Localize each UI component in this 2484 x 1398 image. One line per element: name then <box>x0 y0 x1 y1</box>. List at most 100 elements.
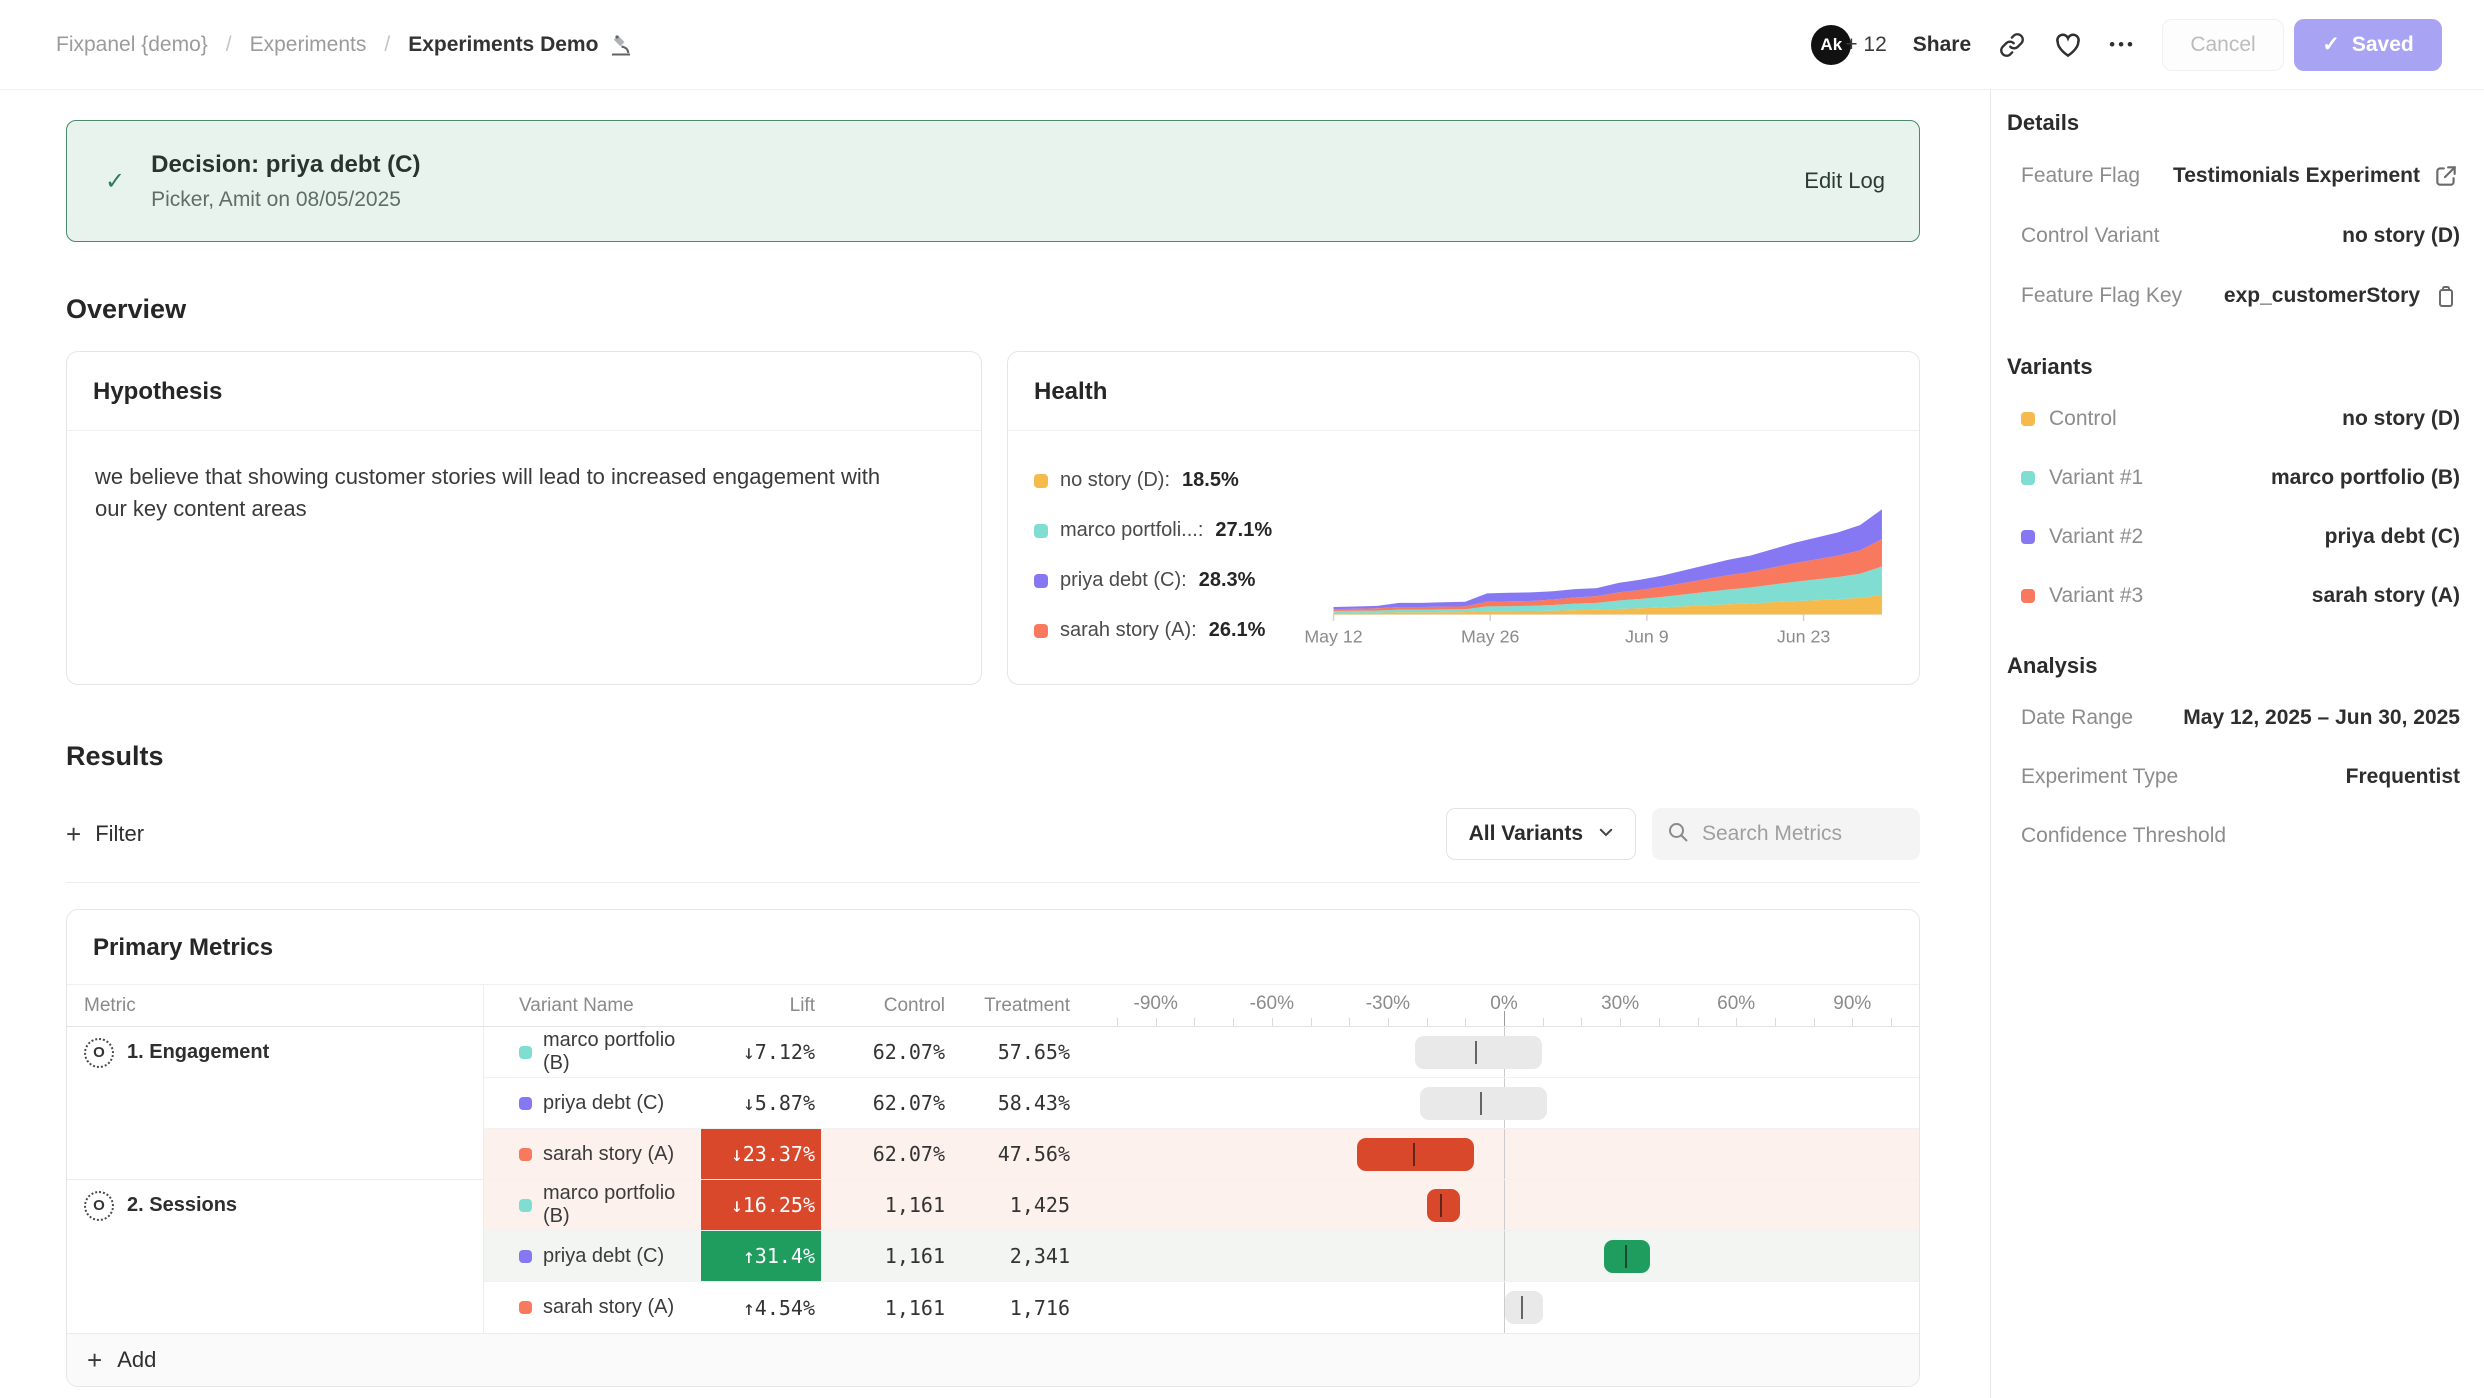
add-metric-label: Add <box>117 1347 156 1373</box>
detail-row-value-text: exp_customerStory <box>2224 284 2420 308</box>
detail-row-value-text: no story (D) <box>2342 224 2460 248</box>
axis-minor-tick <box>1156 1018 1157 1026</box>
control-value: 62.07% <box>873 1040 945 1064</box>
lift-cell: ↑31.4% <box>701 1231 821 1282</box>
variant-row-value-text: no story (D) <box>2342 407 2460 431</box>
main-content: ✓ Decision: priya debt (C) Picker, Amit … <box>0 90 1990 1398</box>
variant-color-dot <box>519 1250 532 1263</box>
lift-cell: ↓7.12% <box>701 1027 821 1078</box>
share-button[interactable]: Share <box>1913 33 1971 57</box>
col-lift: Lift <box>701 985 821 1026</box>
saved-button[interactable]: ✓ Saved <box>2294 19 2442 71</box>
edit-log-button[interactable]: Edit Log <box>1804 168 1885 194</box>
copy-link-icon[interactable] <box>1997 30 2027 60</box>
variant-name: marco portfolio (B) <box>543 1029 701 1075</box>
svg-text:May 26: May 26 <box>1461 626 1519 646</box>
breadcrumb-separator: / <box>384 33 390 57</box>
lift-value: ↓7.12% <box>743 1040 815 1064</box>
zero-percent-line <box>1504 1129 1505 1179</box>
external-link-icon[interactable] <box>2432 162 2460 190</box>
decision-banner: ✓ Decision: priya debt (C) Picker, Amit … <box>66 120 1920 242</box>
search-metrics-input[interactable] <box>1702 822 1902 846</box>
analysis-row-label-wrap: Experiment Type <box>2021 765 2178 789</box>
metric-cell: O2. Sessions <box>67 1180 484 1231</box>
axis-minor-tick <box>1581 1018 1582 1026</box>
decision-subtitle: Picker, Amit on 08/05/2025 <box>151 188 1804 212</box>
confidence-interval-cell <box>1074 1027 1919 1078</box>
axis-minor-tick <box>1117 1018 1118 1026</box>
detail-row-label: Feature Flag Key <box>2021 284 2182 308</box>
copy-icon[interactable] <box>2432 282 2460 310</box>
treatment-value: 1,425 <box>1010 1193 1070 1217</box>
control-cell: 62.07% <box>821 1078 949 1129</box>
cancel-button[interactable]: Cancel <box>2162 19 2284 71</box>
metric-table-row: sarah story (A)↓23.37%62.07%47.56% <box>67 1129 1919 1180</box>
variant-row: Variant #1 marco portfolio (B) <box>2007 465 2460 491</box>
confidence-interval-bar <box>1415 1036 1542 1069</box>
hypothesis-card-title: Hypothesis <box>67 352 981 431</box>
health-stacked-area-chart: May 12May 26Jun 9Jun 23 <box>1296 497 1896 669</box>
control-cell: 1,161 <box>821 1180 949 1231</box>
saved-label: Saved <box>2352 33 2414 57</box>
legend-value: 28.3% <box>1199 569 1256 592</box>
treatment-value: 57.65% <box>998 1040 1070 1064</box>
variant-color-dot <box>519 1097 532 1110</box>
variant-cell: priya debt (C) <box>484 1231 701 1282</box>
control-cell: 62.07% <box>821 1027 949 1078</box>
axis-tick-label: 90% <box>1833 992 1871 1014</box>
variant-row-label-wrap: Variant #3 <box>2021 584 2143 608</box>
microscope-icon <box>608 32 634 58</box>
detail-row: Feature FlagTestimonials Experiment <box>2007 162 2460 190</box>
page-title: Experiments Demo <box>408 33 598 57</box>
chevron-down-icon <box>1597 823 1615 846</box>
metric-cell <box>67 1078 484 1129</box>
search-metrics-box[interactable] <box>1652 808 1920 860</box>
add-metric-button[interactable]: + Add <box>67 1333 1919 1386</box>
breadcrumb-workspace[interactable]: Fixpanel {demo} <box>56 33 208 57</box>
variant-name: marco portfolio (B) <box>543 1182 701 1228</box>
axis-minor-tick <box>1775 1018 1776 1026</box>
treatment-cell: 57.65% <box>949 1027 1074 1078</box>
control-value: 1,161 <box>885 1193 945 1217</box>
lift-cell: ↓16.25% <box>701 1180 821 1231</box>
lift-value-highlight: ↓16.25% <box>701 1180 821 1230</box>
variant-row-label-wrap: Variant #1 <box>2021 466 2143 490</box>
treatment-cell: 1,425 <box>949 1180 1074 1231</box>
primary-metrics-card: Primary Metrics Metric Variant Name Lift… <box>66 909 1920 1387</box>
variants-section: Variants Controlno story (D)Variant #1ma… <box>2007 354 2460 609</box>
axis-minor-tick <box>1272 1018 1273 1026</box>
axis-minor-tick <box>1659 1018 1660 1026</box>
variants-dropdown-value: All Variants <box>1469 822 1583 846</box>
legend-label: marco portfoli...: <box>1060 519 1203 542</box>
collaborators-count[interactable]: + 12 <box>1845 33 1886 57</box>
variant-swatch <box>2021 530 2035 544</box>
variant-row-label: Variant #2 <box>2049 525 2143 549</box>
confidence-interval-cell <box>1074 1180 1919 1231</box>
variant-row: Variant #3 sarah story (A) <box>2007 583 2460 609</box>
primary-metrics-title: Primary Metrics <box>67 910 1919 985</box>
variant-row-value: marco portfolio (B) <box>2271 466 2460 490</box>
treatment-cell: 47.56% <box>949 1129 1074 1180</box>
axis-minor-tick <box>1465 1018 1466 1026</box>
variant-row: Controlno story (D) <box>2007 406 2460 432</box>
analysis-row-value: May 12, 2025 – Jun 30, 2025 <box>2183 706 2460 730</box>
variant-row-value: sarah story (A) <box>2312 584 2460 608</box>
add-filter-button[interactable]: + Filter <box>66 821 144 847</box>
legend-value: 27.1% <box>1215 519 1272 542</box>
breadcrumb-experiments[interactable]: Experiments <box>250 33 367 57</box>
variant-color-dot <box>519 1046 532 1059</box>
more-options-button[interactable]: ••• <box>2109 35 2136 55</box>
metric-cell <box>67 1282 484 1333</box>
axis-minor-tick <box>1814 1018 1815 1026</box>
variant-swatch <box>2021 471 2035 485</box>
breadcrumb-current-page: Experiments Demo <box>408 32 634 58</box>
favorite-heart-icon[interactable] <box>2053 30 2083 60</box>
variants-dropdown[interactable]: All Variants <box>1446 808 1636 860</box>
lift-value-highlight: ↓23.37% <box>701 1129 821 1179</box>
variant-cell: sarah story (A) <box>484 1282 701 1333</box>
lift-point-marker <box>1475 1041 1477 1064</box>
axis-zero-tick <box>1504 1011 1505 1026</box>
analysis-heading: Analysis <box>2007 653 2460 679</box>
decision-title: Decision: priya debt (C) <box>151 151 1804 179</box>
axis-minor-tick <box>1233 1018 1234 1026</box>
